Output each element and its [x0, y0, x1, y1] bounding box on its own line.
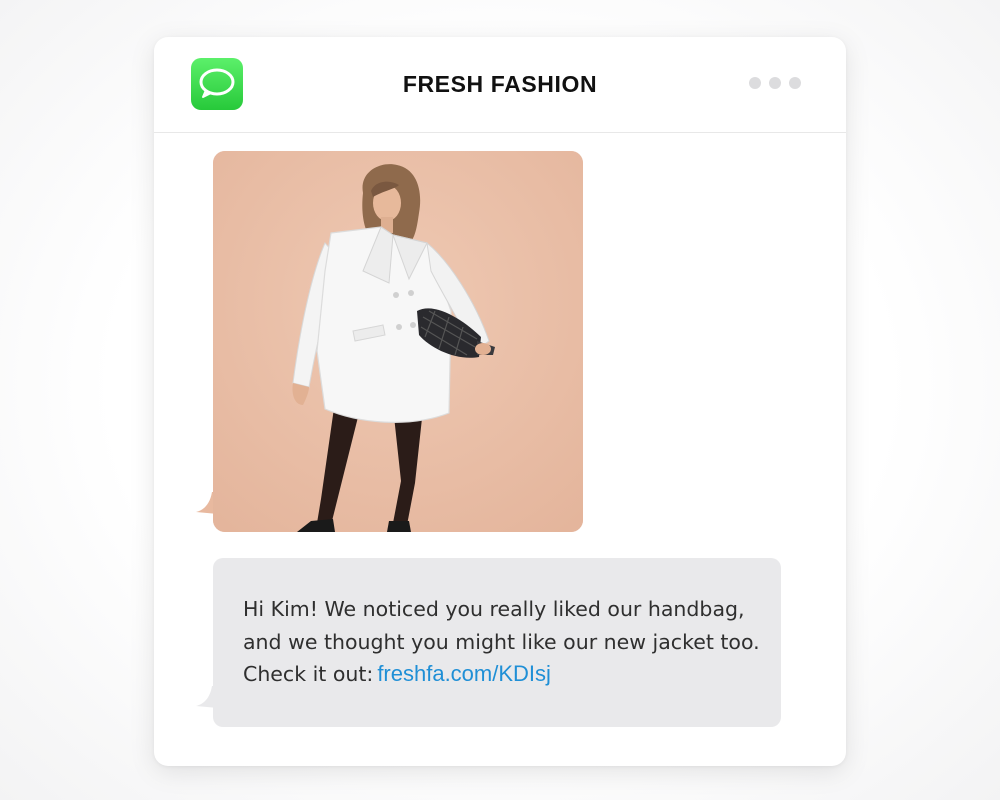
message-line: Check it out: freshfa.com/KDIsj: [243, 658, 751, 691]
message-window: FRESH FASHION Hi Kim! We noticed you rea…: [154, 37, 846, 766]
dot: [749, 77, 761, 89]
message-line: Hi Kim! We noticed you really liked our …: [243, 597, 745, 621]
dot: [769, 77, 781, 89]
more-options-dots-icon[interactable]: [749, 75, 809, 91]
conversation-header: FRESH FASHION: [154, 37, 846, 133]
message-line: and we thought you might like our new ja…: [243, 629, 760, 654]
image-message-bubble[interactable]: [213, 151, 583, 532]
shop-link[interactable]: freshfa.com/KDIsj: [377, 661, 551, 686]
model-in-white-oversized-blazer-photo: [213, 151, 583, 532]
dot: [789, 77, 801, 89]
message-text: Check it out:: [243, 662, 374, 686]
page: FRESH FASHION Hi Kim! We noticed you rea…: [0, 0, 1000, 800]
conversation-title: FRESH FASHION: [402, 71, 598, 97]
text-message-bubble: Hi Kim! We noticed you really liked our …: [213, 558, 781, 727]
